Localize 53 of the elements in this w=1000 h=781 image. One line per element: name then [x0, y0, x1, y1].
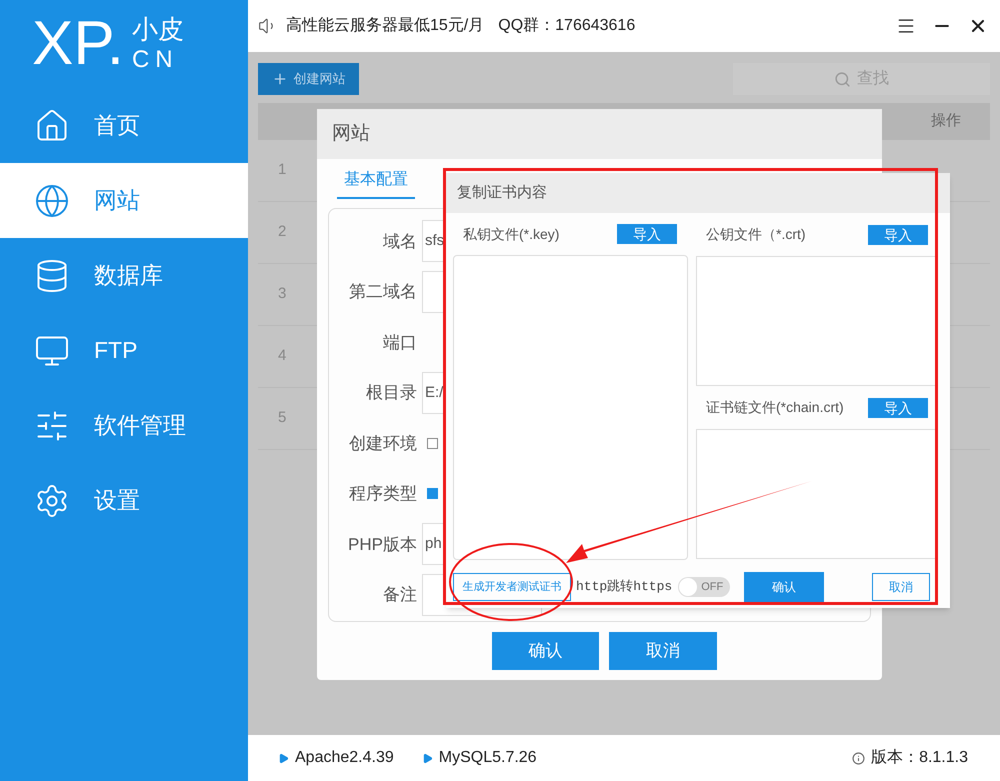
nav-item[interactable]: 软件管理: [0, 388, 248, 463]
dialog-title: 网站: [332, 122, 370, 146]
checkbox[interactable]: [427, 438, 438, 449]
row-number: 1: [278, 160, 286, 180]
nav-item[interactable]: 设置: [0, 463, 248, 538]
field-label: 域名: [382, 230, 417, 252]
cancel-button[interactable]: 取消: [609, 632, 717, 670]
play-icon[interactable]: [422, 752, 433, 764]
nav-item[interactable]: 网站: [0, 163, 248, 238]
import-button[interactable]: 导入: [617, 224, 677, 244]
row-number: 4: [278, 346, 286, 366]
column-header: 操作: [931, 111, 961, 132]
logo-domain: CN: [132, 45, 180, 75]
search-icon: [834, 70, 851, 88]
play-icon[interactable]: [278, 752, 289, 764]
plus-icon: [272, 71, 288, 87]
globe-icon: [34, 182, 70, 218]
public-key-label: 公钥文件（*.crt): [706, 225, 806, 244]
checkbox[interactable]: [427, 488, 438, 500]
dialog-title: 复制证书内容: [457, 182, 547, 203]
field-label: PHP版本: [347, 534, 417, 556]
chain-label: 证书链文件(*chain.crt): [706, 398, 844, 417]
row-number: 2: [278, 222, 286, 242]
field-label: 创建环境: [348, 432, 417, 454]
private-key-label: 私钥文件(*.key): [463, 224, 560, 244]
qq-group-text: QQ群：176643616: [498, 16, 636, 36]
redirect-label: http跳转https: [576, 578, 672, 596]
create-site-button[interactable]: 创建网站: [258, 63, 359, 95]
confirm-button[interactable]: 确认: [744, 572, 824, 602]
row-number: 5: [278, 408, 286, 428]
notice-text: 高性能云服务器最低15元/月: [286, 16, 484, 36]
row-number: 3: [278, 284, 286, 304]
cancel-button[interactable]: 取消: [872, 573, 930, 601]
nav-item[interactable]: FTP: [0, 313, 248, 388]
service-label: MySQL5.7.26: [438, 748, 537, 768]
field-label: 备注: [382, 584, 417, 606]
version-text: 版本：8.1.1.3: [871, 748, 968, 768]
import-button[interactable]: 导入: [868, 398, 928, 418]
info-icon: [852, 752, 866, 764]
import-button[interactable]: 导入: [868, 224, 928, 244]
confirm-button[interactable]: 确认: [492, 632, 599, 670]
nav-item[interactable]: 数据库: [0, 238, 248, 313]
generate-certificate-button[interactable]: 生成开发者测试证书: [453, 573, 571, 601]
nav-item[interactable]: 首页: [0, 88, 248, 163]
logo-subtitle: 小皮: [132, 13, 184, 45]
logo-text: XP.: [32, 13, 124, 75]
redirect-toggle[interactable]: OFF: [678, 577, 730, 597]
service-label: Apache2.4.39: [295, 748, 394, 768]
field-label: 第二域名: [348, 281, 417, 303]
field-label: 程序类型: [348, 483, 417, 505]
field-label: 根目录: [365, 382, 417, 404]
tab[interactable]: 基本配置: [337, 163, 415, 199]
field-label: 端口: [382, 332, 417, 354]
